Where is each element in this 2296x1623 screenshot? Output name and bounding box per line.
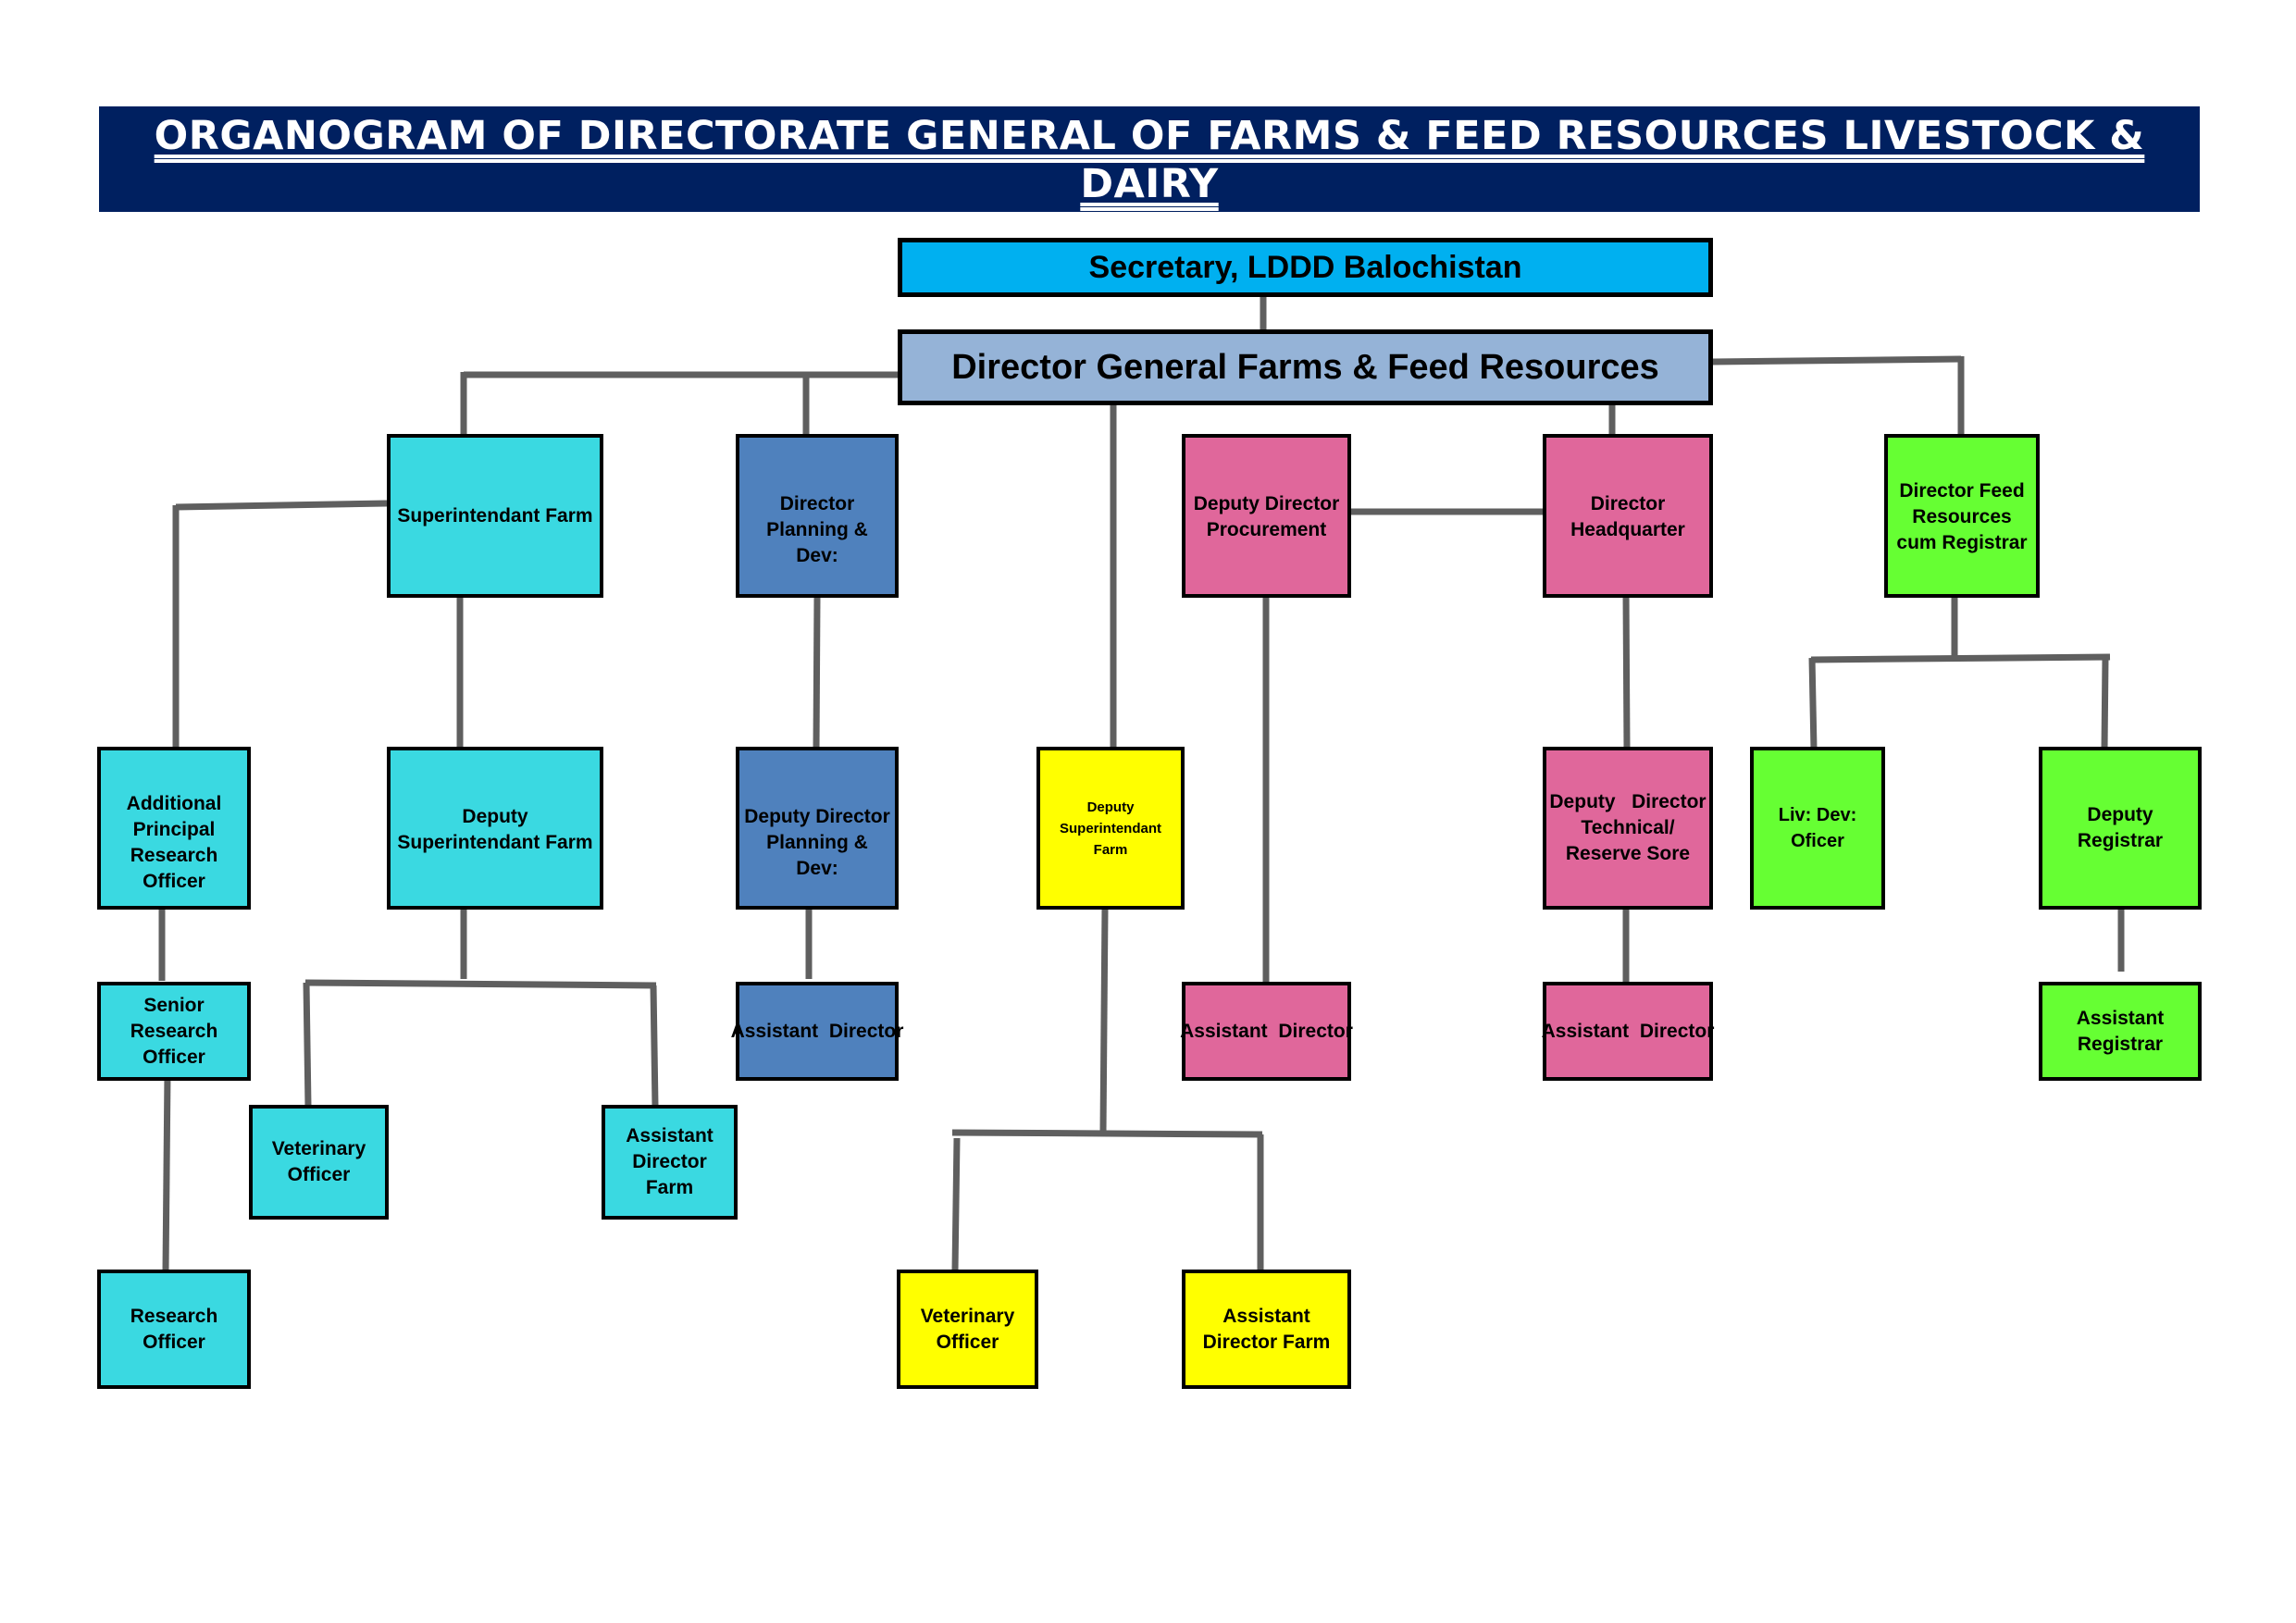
node-label: Deputy Director Planning & Dev: — [744, 806, 890, 879]
connector — [162, 1072, 171, 1271]
node-label: Director Feed Resources cum Registrar — [1896, 480, 2028, 553]
connector — [813, 596, 821, 750]
node-label: Additional Principal Research Officer — [126, 793, 222, 892]
node-deputy-superintendant-farm-2: Deputy Superintendant Farm — [1036, 747, 1185, 910]
node-label: Deputy Registrar — [2077, 804, 2164, 851]
node-label: Assistant Director Farm — [1202, 1305, 1331, 1353]
connector — [1622, 591, 1631, 750]
node-assistant-director-farm-1: Assistant Director Farm — [602, 1105, 738, 1220]
node-label: Deputy Director Technical/ Reserve Sore — [1549, 791, 1712, 864]
node-deputy-superintendant-farm: Deputy Superintendant Farm — [387, 747, 603, 910]
node-label: Deputy Superintendant Farm — [1059, 799, 1161, 858]
node-senior-research-officer: Senior Research Officer — [97, 982, 251, 1081]
node-liv-dev-officer: Liv: Dev: Oficer — [1750, 747, 1885, 910]
node-label: Assistant Director Farm — [626, 1125, 714, 1198]
node-label: Director Planning & Dev: — [766, 493, 868, 566]
node-label: Deputy Director Procurement — [1193, 493, 1340, 540]
connector — [303, 982, 312, 1108]
node-superintendant-farm: Superintendant Farm — [387, 434, 603, 598]
node-assistant-director-farm-2: Assistant Director Farm — [1182, 1270, 1351, 1389]
node-label: Director Headquarter — [1570, 493, 1685, 540]
node-assistant-director-planning: Assistant Director — [731, 982, 903, 1081]
node-label: Secretary, LDDD Balochistan — [1088, 250, 1522, 285]
connector — [2101, 657, 2109, 750]
node-veterinary-officer-1: Veterinary Officer — [249, 1105, 389, 1220]
node-label: Veterinary Officer — [271, 1138, 366, 1185]
node-label: Assistant Director — [730, 1020, 904, 1042]
node-label: Assistant Registrar — [2076, 1007, 2165, 1055]
node-research-officer: Research Officer — [97, 1270, 251, 1389]
node-director-general: Director General Farms & Feed Resources — [898, 329, 1713, 405]
node-label: Director General Farms & Feed Resources — [951, 348, 1659, 387]
connector — [1099, 908, 1109, 1134]
node-label: Veterinary Officer — [920, 1305, 1015, 1353]
node-label: Assistant Director — [1180, 1020, 1353, 1042]
node-assistant-registrar: Assistant Registrar — [2039, 982, 2202, 1081]
node-assistant-director-procurement: Assistant Director — [1180, 982, 1353, 1081]
node-secretary: Secretary, LDDD Balochistan — [898, 238, 1713, 297]
node-director-planning: Director Planning & Dev: — [736, 434, 899, 598]
connector — [175, 500, 388, 511]
node-label: Liv: Dev: Oficer — [1778, 805, 1857, 851]
connector — [304, 979, 657, 989]
node-deputy-director-planning: Deputy Director Planning & Dev: — [736, 747, 899, 910]
connector — [1810, 653, 2111, 663]
node-deputy-registrar: Deputy Registrar — [2039, 747, 2202, 910]
connector — [1711, 355, 1962, 365]
connector — [1808, 657, 1818, 750]
node-label: Senior Research Officer — [130, 994, 218, 1068]
connector — [951, 1129, 1263, 1138]
node-additional-principal-research-officer: Additional Principal Research Officer — [97, 747, 251, 910]
node-label: Superintendant Farm — [397, 504, 593, 527]
connector — [650, 985, 659, 1108]
node-director-headquarter: Director Headquarter — [1543, 434, 1713, 598]
node-deputy-director-procurement: Deputy Director Procurement — [1182, 434, 1351, 598]
node-assistant-director-hq: Assistant Director — [1541, 982, 1715, 1081]
node-deputy-director-technical: Deputy Director Technical/ Reserve Sore — [1543, 747, 1713, 910]
node-director-feed: Director Feed Resources cum Registrar — [1884, 434, 2040, 598]
node-label: Deputy Superintendant Farm — [397, 806, 593, 853]
node-veterinary-officer-2: Veterinary Officer — [897, 1270, 1038, 1389]
node-label: Assistant Director — [1541, 1020, 1715, 1042]
node-label: Research Officer — [130, 1305, 218, 1353]
connector — [951, 1137, 961, 1271]
